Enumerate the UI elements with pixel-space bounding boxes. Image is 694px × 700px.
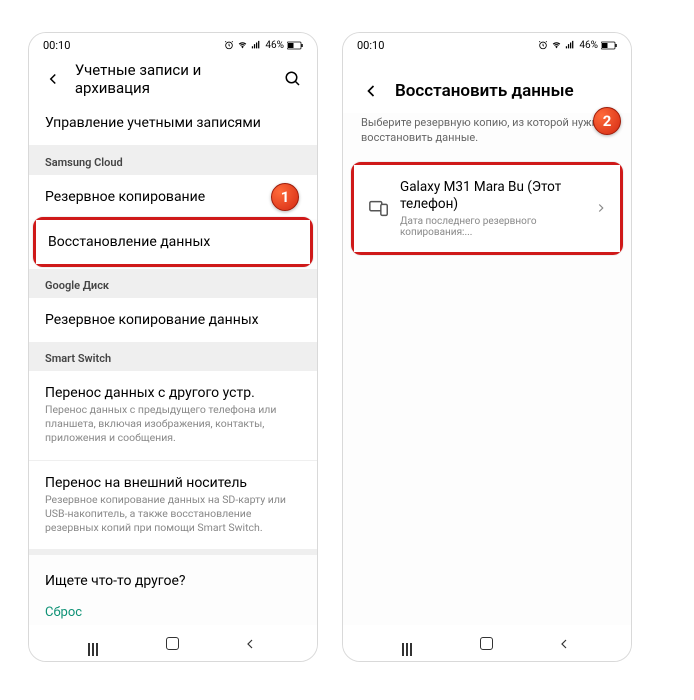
- wifi-icon: [237, 40, 248, 50]
- device-row[interactable]: Galaxy M31 Mara Bu (Этот телефон) Дата п…: [354, 165, 620, 252]
- phone-right: 00:10 46% Восстановить данные Выберите р…: [342, 32, 632, 662]
- row-google-backup[interactable]: Резервное копирование данных: [29, 298, 317, 342]
- signal-icon: [565, 40, 575, 50]
- section-smart-switch: Smart Switch: [29, 342, 317, 371]
- header: Восстановить данные: [343, 57, 631, 113]
- chevron-left-icon: [44, 70, 62, 88]
- search-button[interactable]: [279, 65, 307, 93]
- back-button[interactable]: [39, 65, 67, 93]
- status-bar: 00:10 46%: [343, 33, 631, 57]
- nav-bar: [29, 625, 317, 661]
- battery-icon: [287, 41, 303, 50]
- nav-back-icon: [556, 636, 572, 652]
- annotation-badge-1: 1: [271, 183, 299, 211]
- wifi-icon: [551, 40, 562, 50]
- nav-home[interactable]: [480, 637, 493, 650]
- row-external-title: Перенос на внешний носитель: [45, 475, 301, 491]
- nav-back-icon: [242, 636, 258, 652]
- content-right: Galaxy M31 Mara Bu (Этот телефон) Дата п…: [343, 158, 631, 625]
- link-reset[interactable]: Сброс: [29, 599, 317, 625]
- search-icon: [284, 70, 302, 88]
- status-right: 46%: [538, 40, 617, 51]
- header-title: Учетные записи и архивация: [75, 61, 279, 97]
- device-sub: Дата последнего резервного копирования:.…: [400, 216, 584, 238]
- row-transfer-title: Перенос данных с другого устр.: [45, 385, 301, 401]
- highlight-device: Galaxy M31 Mara Bu (Этот телефон) Дата п…: [351, 162, 623, 255]
- nav-recents[interactable]: [88, 643, 104, 645]
- row-external-sub: Резервное копирование данных на SD-карту…: [45, 493, 301, 536]
- nav-recents[interactable]: [402, 643, 418, 645]
- content-left: Управление учетными записями Samsung Clo…: [29, 101, 317, 625]
- status-time: 00:10: [43, 39, 70, 52]
- battery-icon: [601, 41, 617, 50]
- chevron-left-icon: [361, 81, 381, 101]
- battery-text: 46%: [265, 40, 284, 51]
- status-time: 00:10: [357, 39, 384, 52]
- status-bar: 00:10 46%: [29, 33, 317, 57]
- chevron-right-icon: [594, 201, 608, 215]
- header-subtitle: Выберите резервную копию, из которой нуж…: [343, 113, 631, 158]
- phone-left: 00:10 46% Учетные записи и архивация Упр…: [28, 32, 318, 662]
- row-restore-data[interactable]: Восстановление данных: [36, 220, 310, 264]
- alarm-icon: [224, 40, 234, 50]
- row-external[interactable]: Перенос на внешний носитель Резервное ко…: [29, 461, 317, 550]
- highlight-restore: Восстановление данных: [33, 217, 313, 267]
- devices-icon: [368, 197, 390, 219]
- header-title: Восстановить данные: [395, 81, 574, 101]
- row-transfer[interactable]: Перенос данных с другого устр. Перенос д…: [29, 371, 317, 461]
- row-manage-accounts[interactable]: Управление учетными записями: [29, 101, 317, 146]
- header: Учетные записи и архивация: [29, 57, 317, 101]
- signal-icon: [251, 40, 261, 50]
- annotation-badge-2: 2: [593, 107, 621, 135]
- section-samsung-cloud: Samsung Cloud: [29, 146, 317, 175]
- status-right: 46%: [224, 40, 303, 51]
- nav-home[interactable]: [166, 637, 179, 650]
- device-title: Galaxy M31 Mara Bu (Этот телефон): [400, 179, 584, 214]
- row-transfer-sub: Перенос данных с предыдущего телефона ил…: [45, 403, 301, 446]
- nav-bar: [343, 625, 631, 661]
- battery-text: 46%: [579, 40, 598, 51]
- nav-back[interactable]: [556, 636, 572, 652]
- back-button[interactable]: [357, 77, 385, 105]
- alarm-icon: [538, 40, 548, 50]
- search-other-label: Ищете что-то другое?: [29, 555, 317, 599]
- section-google-drive: Google Диск: [29, 269, 317, 298]
- nav-back[interactable]: [242, 636, 258, 652]
